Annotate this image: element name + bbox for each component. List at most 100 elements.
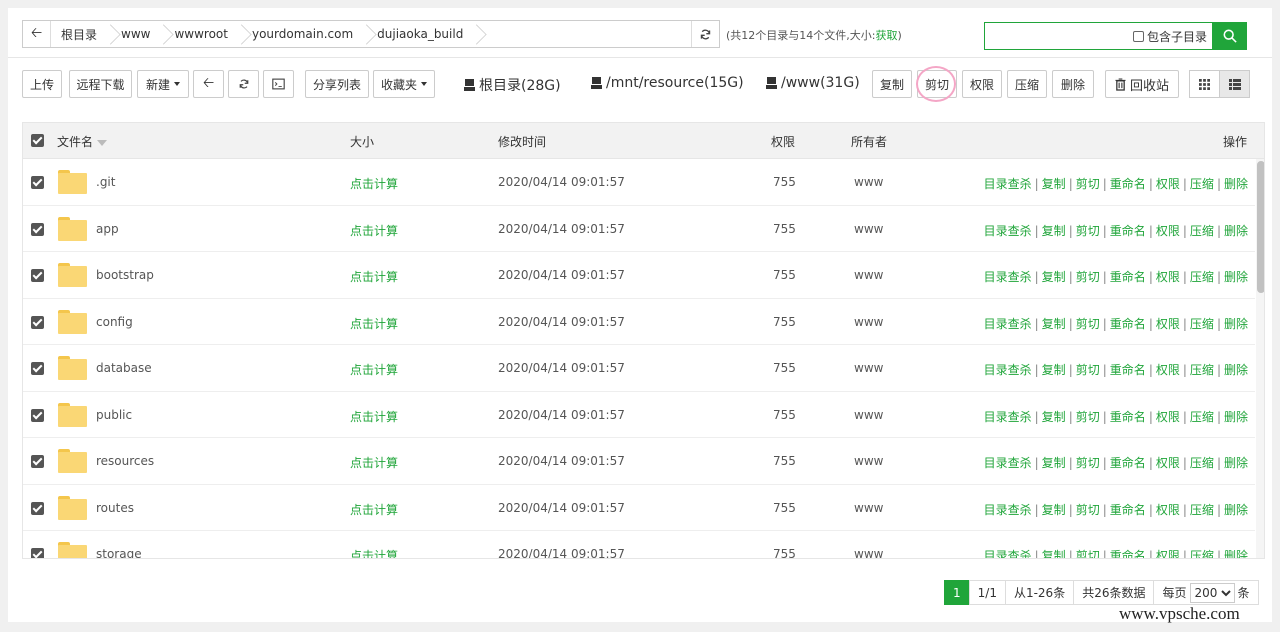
search-input[interactable]: 包含子目录 xyxy=(984,22,1214,50)
scrollbar-thumb[interactable] xyxy=(1257,161,1264,293)
row-action-link[interactable]: 剪切 xyxy=(1076,410,1100,424)
row-action-link[interactable]: 权限 xyxy=(1156,549,1180,558)
file-name[interactable]: bootstrap xyxy=(96,268,154,282)
row-action-link[interactable]: 重命名 xyxy=(1110,317,1146,331)
row-checkbox[interactable] xyxy=(31,362,44,375)
table-row[interactable]: routes 点击计算 2020/04/14 09:01:57 755 www 目录查杀 |… xyxy=(23,485,1255,531)
row-action-link[interactable]: 复制 xyxy=(1042,224,1066,238)
row-action-link[interactable]: 重命名 xyxy=(1110,503,1146,517)
include-subdir-checkbox[interactable] xyxy=(1132,30,1144,42)
path-refresh-button[interactable] xyxy=(691,21,719,47)
table-row[interactable]: bootstrap 点击计算 2020/04/14 09:01:57 755 www 目录… xyxy=(23,252,1255,299)
crumb-domain[interactable]: yourdomain.com xyxy=(242,21,367,47)
new-dropdown-button[interactable]: 新建 xyxy=(137,70,189,98)
size-calc-link[interactable]: 点击计算 xyxy=(350,547,398,558)
delete-button[interactable]: 删除 xyxy=(1052,70,1094,98)
row-action-link[interactable]: 权限 xyxy=(1156,410,1180,424)
row-action-link[interactable]: 剪切 xyxy=(1076,503,1100,517)
row-action-link[interactable]: 重命名 xyxy=(1110,177,1146,191)
row-action-link[interactable]: 权限 xyxy=(1156,270,1180,284)
remote-download-button[interactable]: 远程下载 xyxy=(69,70,132,98)
disk-mnt-resource[interactable]: /mnt/resource(15G) xyxy=(591,75,744,91)
row-action-link[interactable]: 复制 xyxy=(1042,177,1066,191)
upload-button[interactable]: 上传 xyxy=(22,70,62,98)
share-list-button[interactable]: 分享列表 xyxy=(305,70,369,98)
row-action-link[interactable]: 重命名 xyxy=(1110,410,1146,424)
size-calc-link[interactable]: 点击计算 xyxy=(350,408,398,425)
row-action-link[interactable]: 压缩 xyxy=(1190,456,1214,470)
row-action-link[interactable]: 权限 xyxy=(1156,456,1180,470)
cut-button[interactable]: 剪切 xyxy=(917,70,957,98)
permission-button[interactable]: 权限 xyxy=(962,70,1002,98)
per-page-select[interactable]: 200 xyxy=(1189,582,1235,603)
table-row[interactable]: storage 点击计算 2020/04/14 09:01:57 755 www 目录查杀… xyxy=(23,531,1255,558)
row-checkbox[interactable] xyxy=(31,315,44,329)
favorites-dropdown-button[interactable]: 收藏夹 xyxy=(373,70,435,98)
row-action-link[interactable]: 删除 xyxy=(1224,224,1248,238)
row-action-link[interactable]: 删除 xyxy=(1224,549,1248,558)
row-action-link[interactable]: 权限 xyxy=(1156,317,1180,331)
back-button[interactable]: 🡠 xyxy=(193,70,224,98)
compress-button[interactable]: 压缩 xyxy=(1007,70,1047,98)
recycle-bin-button[interactable]: 回收站 xyxy=(1105,70,1179,98)
crumb-wwwroot[interactable]: wwwroot xyxy=(164,21,242,47)
row-action-link[interactable]: 剪切 xyxy=(1076,363,1100,377)
row-action-link[interactable]: 压缩 xyxy=(1190,177,1214,191)
search-button[interactable] xyxy=(1212,22,1247,50)
row-action-link[interactable]: 复制 xyxy=(1042,503,1066,517)
header-filename[interactable]: 文件名 xyxy=(57,133,108,150)
table-row[interactable]: database 点击计算 2020/04/14 09:01:57 755 www 目录查… xyxy=(23,345,1255,392)
crumb-root[interactable]: 根目录 xyxy=(51,21,111,47)
page-current[interactable]: 1 xyxy=(944,580,970,605)
size-calc-link[interactable]: 点击计算 xyxy=(350,454,398,471)
row-action-link[interactable]: 复制 xyxy=(1042,317,1066,331)
file-name[interactable]: resources xyxy=(96,454,154,468)
row-action-link[interactable]: 删除 xyxy=(1224,410,1248,424)
row-action-link[interactable]: 目录查杀 xyxy=(984,549,1032,558)
list-view-button[interactable] xyxy=(1219,70,1250,98)
row-action-link[interactable]: 目录查杀 xyxy=(984,270,1032,284)
file-name[interactable]: storage xyxy=(96,547,142,558)
table-row[interactable]: resources 点击计算 2020/04/14 09:01:57 755 www 目录… xyxy=(23,438,1255,485)
row-action-link[interactable]: 重命名 xyxy=(1110,456,1146,470)
row-action-link[interactable]: 目录查杀 xyxy=(984,317,1032,331)
path-back-button[interactable]: 🡠 xyxy=(23,21,51,47)
row-action-link[interactable]: 权限 xyxy=(1156,503,1180,517)
terminal-button[interactable] xyxy=(263,70,294,98)
file-name[interactable]: routes xyxy=(96,501,134,515)
row-action-link[interactable]: 删除 xyxy=(1224,456,1248,470)
row-action-link[interactable]: 删除 xyxy=(1224,363,1248,377)
row-action-link[interactable]: 复制 xyxy=(1042,363,1066,377)
row-action-link[interactable]: 复制 xyxy=(1042,549,1066,558)
size-calc-link[interactable]: 点击计算 xyxy=(350,268,398,285)
row-action-link[interactable]: 重命名 xyxy=(1110,363,1146,377)
row-checkbox[interactable] xyxy=(31,269,44,282)
disk-www[interactable]: /www(31G) xyxy=(766,75,860,91)
refresh-button[interactable] xyxy=(228,70,259,98)
copy-button[interactable]: 复制 xyxy=(872,70,912,98)
row-action-link[interactable]: 重命名 xyxy=(1110,549,1146,558)
size-calc-link[interactable]: 点击计算 xyxy=(350,315,398,332)
row-checkbox[interactable] xyxy=(31,408,44,422)
row-checkbox[interactable] xyxy=(31,548,44,558)
row-action-link[interactable]: 压缩 xyxy=(1190,503,1214,517)
select-all-checkbox[interactable] xyxy=(31,134,44,147)
row-action-link[interactable]: 压缩 xyxy=(1190,270,1214,284)
row-checkbox[interactable] xyxy=(31,222,44,236)
row-action-link[interactable]: 重命名 xyxy=(1110,224,1146,238)
size-calc-link[interactable]: 点击计算 xyxy=(350,361,398,378)
row-action-link[interactable]: 目录查杀 xyxy=(984,177,1032,191)
row-action-link[interactable]: 删除 xyxy=(1224,503,1248,517)
file-name[interactable]: config xyxy=(96,315,133,329)
row-action-link[interactable]: 删除 xyxy=(1224,177,1248,191)
row-action-link[interactable]: 压缩 xyxy=(1190,549,1214,558)
table-row[interactable]: config 点击计算 2020/04/14 09:01:57 755 www 目录查杀 |… xyxy=(23,299,1255,345)
table-row[interactable]: .git 点击计算 2020/04/14 09:01:57 755 www 目录查杀 | 复制… xyxy=(23,159,1255,206)
row-action-link[interactable]: 目录查杀 xyxy=(984,503,1032,517)
row-action-link[interactable]: 剪切 xyxy=(1076,270,1100,284)
row-action-link[interactable]: 权限 xyxy=(1156,177,1180,191)
size-calc-link[interactable]: 点击计算 xyxy=(350,501,398,518)
row-action-link[interactable]: 压缩 xyxy=(1190,317,1214,331)
row-action-link[interactable]: 剪切 xyxy=(1076,317,1100,331)
row-action-link[interactable]: 删除 xyxy=(1224,317,1248,331)
